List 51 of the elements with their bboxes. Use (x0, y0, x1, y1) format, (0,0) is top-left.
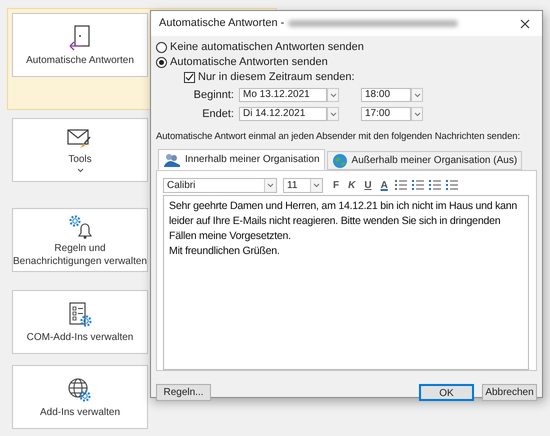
underline-button[interactable]: U (362, 178, 374, 193)
radio-button[interactable] (156, 42, 167, 52)
tab[interactable]: Außerhalb meiner Organisation (Aus) (326, 151, 522, 170)
bullet-list-icon[interactable] (394, 180, 407, 190)
dialog-button[interactable]: Abbrechen (482, 384, 537, 402)
dialog-button[interactable]: Regeln... (156, 384, 211, 402)
time-field[interactable]: 17:00 (361, 107, 411, 121)
font-select[interactable]: Calibri (163, 178, 277, 193)
field-label: Endet: (201, 106, 235, 122)
outdent-icon[interactable] (428, 180, 441, 190)
caret-icon (267, 182, 274, 188)
date-field[interactable]: Mo 13.12.2021 (239, 88, 327, 102)
date-field[interactable]: Di 14.12.2021 (239, 107, 327, 121)
people-icon (163, 152, 181, 168)
sidebar-item[interactable]: COM-Add-Ins verwalten (12, 290, 148, 354)
instruction-text: Automatische Antwort einmal an jeden Absender mit den folgenden Nachrichten senden: (156, 130, 520, 144)
checkbox[interactable] (184, 72, 195, 83)
caret-icon (330, 112, 336, 116)
checklist-gear-icon (67, 300, 93, 328)
tab[interactable]: Innerhalb meiner Organisation (158, 149, 325, 170)
sidebar-item[interactable]: Regeln und Benachrichtigungen verwalten (12, 208, 148, 272)
bold-button[interactable]: F (331, 178, 342, 193)
field-label: Beginnt: (192, 88, 235, 103)
font-color-button[interactable]: A (378, 178, 390, 193)
caret-icon (313, 182, 320, 188)
radio-label[interactable]: Keine automatischen Antworten senden (170, 38, 364, 56)
message-editor[interactable] (163, 195, 529, 370)
caret-icon (414, 92, 420, 98)
dialog-button[interactable]: OK (419, 384, 474, 402)
close-icon[interactable] (520, 18, 530, 28)
indent-icon[interactable] (446, 180, 458, 190)
sidebar-item[interactable]: Tools (12, 118, 148, 182)
time-field[interactable]: 18:00 (361, 88, 411, 102)
numbered-list-icon[interactable] (412, 180, 424, 190)
dropdown-button[interactable] (411, 88, 423, 102)
globe-icon (332, 152, 348, 169)
sidebar-item[interactable]: Automatische Antworten (12, 13, 148, 77)
message-paragraph: Mit freundlichen Grüßen. (169, 244, 281, 260)
italic-button[interactable]: K (346, 178, 358, 193)
dropdown-button[interactable] (327, 107, 339, 121)
caret-icon (330, 92, 336, 98)
window-title: Automatische Antworten - (159, 16, 284, 32)
dropdown-button[interactable] (411, 107, 423, 121)
radio-label[interactable]: Automatische Antworten senden (170, 54, 328, 70)
size-select[interactable]: 11 (283, 178, 323, 193)
caret-icon (414, 112, 420, 116)
sidebar-item[interactable]: Add-Ins verwalten (12, 365, 148, 429)
dropdown-button[interactable] (327, 88, 339, 102)
radio-button[interactable] (156, 56, 167, 68)
message-paragraph: Sehr geehrte Damen und Herren, am 14.12.21 bin ich nicht im Haus und kann leider auf Ihre E-Mails nicht reagieren. Bitte wenden Sie sich in dringenden Fällen meine Vorgesetzten. (169, 199, 518, 244)
checkbox-label[interactable]: Nur in diesem Zeitraum senden: (198, 69, 355, 86)
